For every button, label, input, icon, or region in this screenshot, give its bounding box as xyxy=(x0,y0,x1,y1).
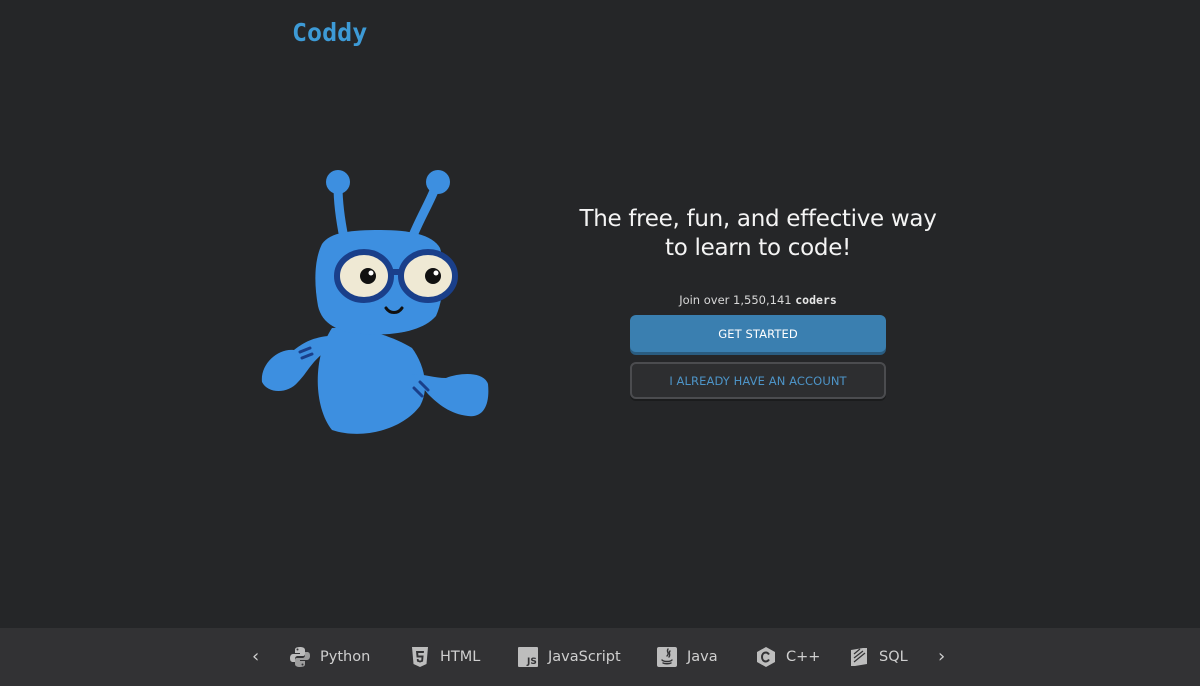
cplusplus-icon xyxy=(757,647,775,667)
language-item-java[interactable]: Java xyxy=(656,646,718,668)
join-count-text: Join over 1,550,141 coders xyxy=(560,293,956,307)
headline-line-2: to learn to code! xyxy=(665,235,851,261)
python-icon xyxy=(290,647,310,667)
javascript-icon: JS xyxy=(518,647,538,667)
join-count-prefix: Join over 1,550,141 xyxy=(679,293,792,307)
headline-line-1: The free, fun, and effective way xyxy=(579,206,937,232)
chevron-left-icon[interactable]: ‹ xyxy=(252,646,259,668)
language-item-python[interactable]: Python xyxy=(289,646,370,668)
already-have-account-button[interactable]: I ALREADY HAVE AN ACCOUNT xyxy=(630,362,886,399)
hero-headline: The free, fun, and effective way to lear… xyxy=(560,205,956,263)
coddy-mascot-illustration xyxy=(261,170,489,434)
language-label: C++ xyxy=(786,649,821,665)
language-item-html[interactable]: HTML xyxy=(409,646,480,668)
java-icon xyxy=(657,647,677,667)
language-item-javascript[interactable]: JS JavaScript xyxy=(517,646,621,668)
hero-section: The free, fun, and effective way to lear… xyxy=(560,205,956,307)
get-started-button[interactable]: GET STARTED xyxy=(630,315,886,352)
language-label: Python xyxy=(320,649,371,665)
language-item-sql[interactable]: SQL xyxy=(848,646,908,668)
language-label: SQL xyxy=(879,649,908,665)
coddy-logo[interactable]: Coddy xyxy=(292,18,367,47)
html5-icon xyxy=(412,647,428,667)
language-label: HTML xyxy=(440,649,481,665)
sql-icon xyxy=(851,648,867,666)
language-label: JavaScript xyxy=(548,649,621,665)
language-item-cplusplus[interactable]: C++ xyxy=(755,646,820,668)
chevron-right-icon[interactable]: › xyxy=(938,646,945,668)
svg-text:JS: JS xyxy=(526,657,537,667)
join-count-suffix: coders xyxy=(795,293,837,307)
language-carousel: ‹ Python HTML JS JavaScript Java C++ SQL… xyxy=(0,628,1200,686)
language-label: Java xyxy=(687,649,718,665)
